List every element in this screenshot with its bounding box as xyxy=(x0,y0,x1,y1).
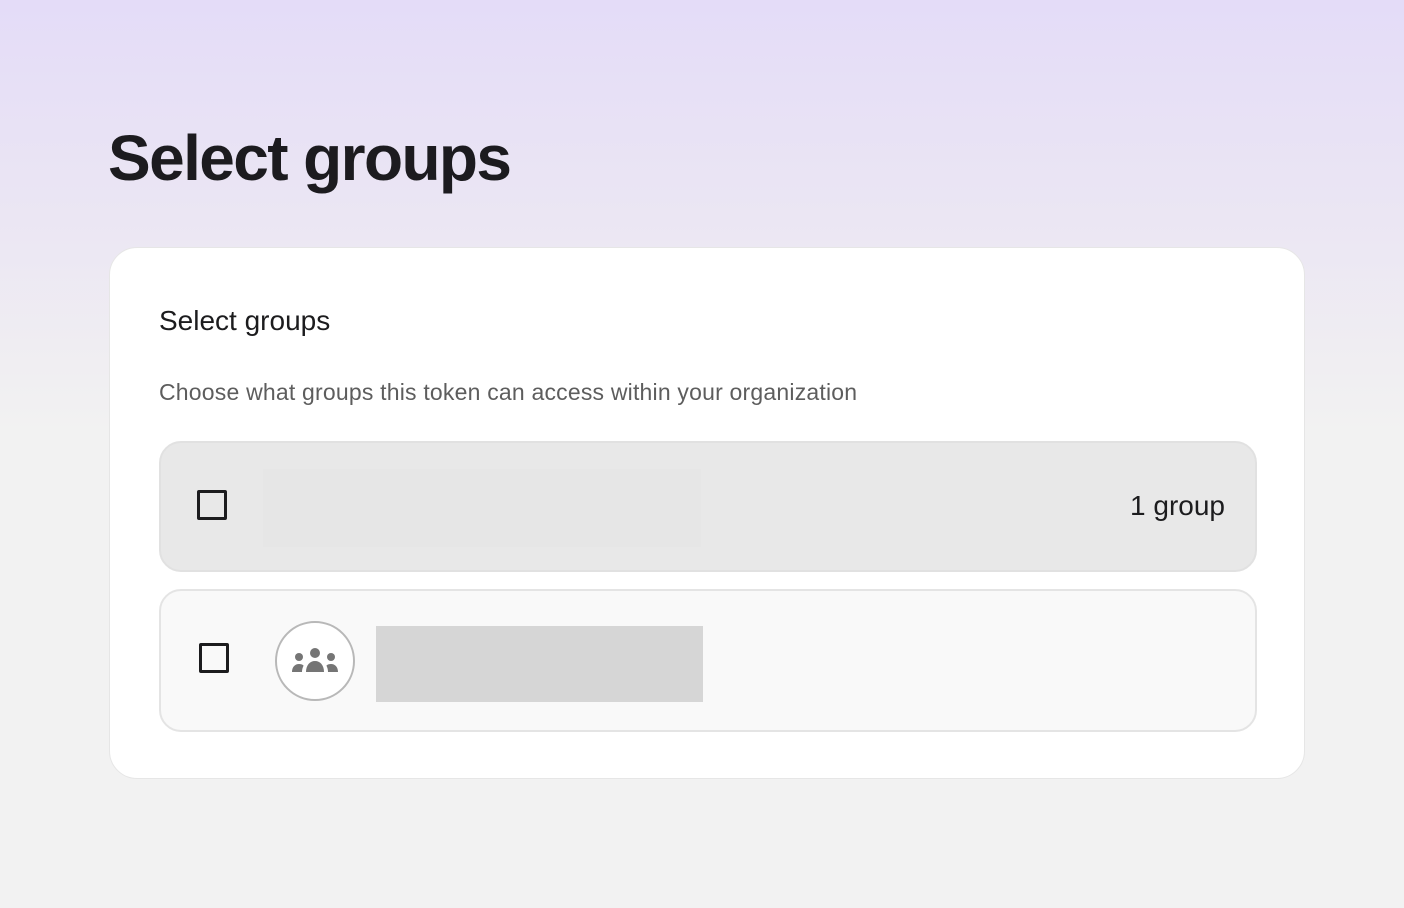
card-description: Choose what groups this token can access… xyxy=(159,379,858,405)
select-all-groups-row[interactable]: 1 group xyxy=(159,441,1257,572)
card-title: Select groups xyxy=(159,305,331,336)
group-checkbox[interactable] xyxy=(199,643,229,673)
groups-icon xyxy=(292,648,338,672)
group-avatar xyxy=(275,621,355,701)
group-list-item[interactable] xyxy=(159,589,1257,732)
page-title: Select groups xyxy=(108,122,512,194)
select-groups-card: Select groups Choose what groups this to… xyxy=(109,247,1305,779)
select-all-checkbox[interactable] xyxy=(197,490,227,520)
group-name-placeholder xyxy=(376,626,703,702)
group-count-label: 1 group xyxy=(1130,490,1225,521)
select-all-label-placeholder xyxy=(263,469,701,547)
